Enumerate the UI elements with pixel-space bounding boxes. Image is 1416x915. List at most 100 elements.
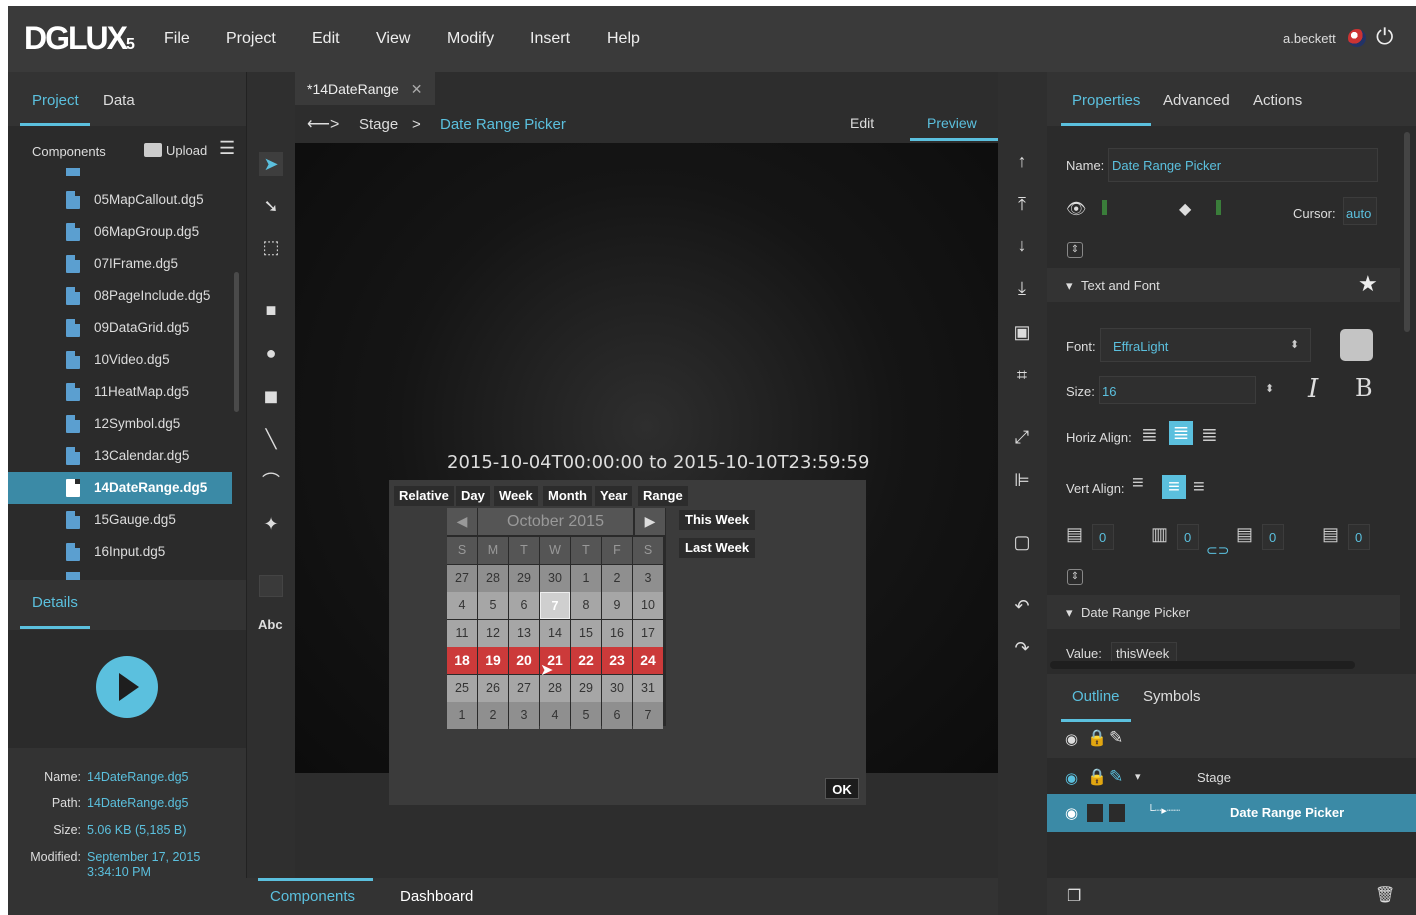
upload-button[interactable]: Upload bbox=[166, 143, 207, 158]
tab-data[interactable]: Data bbox=[103, 92, 135, 109]
calendar-day-selected[interactable]: 24 bbox=[633, 647, 663, 674]
menu-edit[interactable]: Edit bbox=[312, 30, 340, 48]
calendar-day[interactable]: 31 bbox=[633, 674, 663, 702]
calendar-day-selected[interactable]: 20 bbox=[509, 647, 539, 674]
tab-properties[interactable]: Properties bbox=[1072, 92, 1140, 109]
tab-components[interactable]: Components bbox=[270, 888, 355, 905]
edit-icon[interactable]: ✎ bbox=[1109, 728, 1123, 748]
crop-icon[interactable]: ⌗ bbox=[1010, 363, 1034, 387]
star-icon[interactable]: ★ bbox=[1358, 271, 1378, 297]
calendar-day[interactable]: 6 bbox=[509, 592, 539, 619]
list-item[interactable]: 16Input.dg5 bbox=[8, 536, 246, 568]
breadcrumb-stage[interactable]: Stage bbox=[359, 116, 398, 133]
select-tool-icon[interactable]: ➤ bbox=[259, 152, 283, 176]
padding-left-field[interactable]: 0 bbox=[1092, 524, 1114, 550]
padding-right-field[interactable]: 0 bbox=[1177, 524, 1199, 550]
menu-insert[interactable]: Insert bbox=[530, 30, 570, 48]
calendar-day[interactable]: 8 bbox=[571, 592, 601, 619]
calendar-day[interactable]: 25 bbox=[447, 674, 477, 702]
tab-details[interactable]: Details bbox=[32, 594, 78, 611]
mode-edit-button[interactable]: Edit bbox=[850, 115, 874, 131]
calendar-day[interactable]: 3 bbox=[633, 564, 663, 592]
redo-icon[interactable]: ↷ bbox=[1010, 636, 1034, 660]
tab-project[interactable]: Project bbox=[32, 92, 79, 109]
valign-bottom-icon[interactable]: ≡ bbox=[1193, 476, 1205, 499]
size-stepper-icon[interactable]: ⬍ bbox=[1265, 382, 1274, 395]
direct-select-tool-icon[interactable]: ➘ bbox=[259, 194, 283, 218]
tab-actions[interactable]: Actions bbox=[1253, 92, 1302, 109]
rectangle-tool-icon[interactable]: ■ bbox=[259, 298, 283, 322]
font-color-swatch[interactable] bbox=[1340, 329, 1373, 361]
expand-toggle-icon[interactable]: ⇕ bbox=[1067, 242, 1083, 258]
curve-tool-icon[interactable]: ⌒ bbox=[259, 470, 283, 494]
calendar-day[interactable]: 27 bbox=[447, 564, 477, 592]
calendar-day[interactable]: 4 bbox=[447, 592, 477, 619]
calendar-day-selected[interactable]: 18 bbox=[447, 647, 477, 674]
eye-icon[interactable]: ◉ bbox=[1065, 804, 1078, 822]
calendar-day[interactable]: 2 bbox=[602, 564, 632, 592]
list-item[interactable]: 05MapCallout.dg5 bbox=[8, 184, 246, 216]
calendar-day[interactable]: 5 bbox=[478, 592, 508, 619]
menu-project[interactable]: Project bbox=[226, 30, 276, 48]
outline-row-selected[interactable]: ◉ └┈▸┈┈ Date Range Picker bbox=[1047, 794, 1416, 832]
range-button[interactable]: Range bbox=[638, 486, 688, 506]
fit-icon[interactable]: ▣ bbox=[1010, 320, 1034, 344]
calendar-day[interactable]: 12 bbox=[478, 619, 508, 647]
list-item-selected[interactable]: 14DateRange.dg5 bbox=[8, 472, 232, 504]
valign-middle-icon[interactable]: ≡ bbox=[1162, 475, 1186, 499]
calendar-day[interactable]: 10 bbox=[633, 592, 663, 619]
document-tab[interactable]: *14DateRange ✕ bbox=[295, 72, 435, 105]
group-icon[interactable]: ▢ bbox=[1010, 530, 1034, 554]
align-left-icon[interactable]: ⊫ bbox=[1010, 468, 1034, 492]
align-left-text-icon[interactable]: ≣ bbox=[1141, 422, 1158, 447]
font-select[interactable]: EffraLight ⬍ bbox=[1100, 328, 1311, 362]
menu-file[interactable]: File bbox=[164, 30, 190, 48]
enabled-toggle[interactable] bbox=[1216, 200, 1221, 215]
calendar-day[interactable]: 14 bbox=[540, 619, 570, 647]
calendar-day[interactable]: 11 bbox=[447, 619, 477, 647]
calendar-day[interactable]: 26 bbox=[478, 674, 508, 702]
calendar-day[interactable]: 7 bbox=[540, 592, 570, 619]
calendar-day[interactable]: 5 bbox=[571, 702, 601, 729]
list-item[interactable]: 11HeatMap.dg5 bbox=[8, 376, 246, 408]
calendar-day[interactable]: 2 bbox=[478, 702, 508, 729]
calendar-day[interactable]: 30 bbox=[540, 564, 570, 592]
mode-preview-button[interactable]: Preview bbox=[927, 115, 977, 131]
list-item[interactable]: 13Calendar.dg5 bbox=[8, 440, 246, 472]
list-item[interactable]: 08PageInclude.dg5 bbox=[8, 280, 246, 312]
prev-month-icon[interactable]: ◀ bbox=[447, 508, 477, 535]
menu-help[interactable]: Help bbox=[607, 30, 640, 48]
calendar-day-selected[interactable]: 22 bbox=[571, 647, 601, 674]
list-item[interactable]: 10Video.dg5 bbox=[8, 344, 246, 376]
calendar-day[interactable]: 1 bbox=[447, 702, 477, 729]
eye-icon[interactable]: ◉ bbox=[1065, 769, 1078, 787]
tab-symbols[interactable]: Symbols bbox=[1143, 688, 1201, 705]
eye-icon[interactable]: ◉ bbox=[1065, 730, 1078, 748]
file-list-scrollbar[interactable] bbox=[234, 272, 239, 412]
trash-icon[interactable]: 🗑 bbox=[1375, 885, 1395, 905]
italic-icon[interactable]: I bbox=[1308, 374, 1318, 404]
polygon-tool-icon[interactable]: ◼ bbox=[259, 384, 283, 408]
relative-button[interactable]: Relative bbox=[394, 486, 454, 506]
lock-icon[interactable]: 🔒 bbox=[1087, 767, 1107, 787]
flag-icon[interactable] bbox=[1348, 29, 1366, 47]
edit-icon[interactable]: ✎ bbox=[1109, 767, 1123, 787]
day-button[interactable]: Day bbox=[456, 486, 490, 506]
year-button[interactable]: Year bbox=[595, 486, 633, 506]
calendar-day[interactable]: 9 bbox=[602, 592, 632, 619]
calendar-day[interactable]: 16 bbox=[602, 619, 632, 647]
month-button[interactable]: Month bbox=[543, 486, 592, 506]
calendar-day[interactable]: 28 bbox=[478, 564, 508, 592]
send-backward-icon[interactable]: ↓ bbox=[1010, 233, 1034, 257]
calendar-day[interactable]: 29 bbox=[509, 564, 539, 592]
upload-icon[interactable] bbox=[144, 143, 162, 157]
bring-to-front-icon[interactable]: ⤒ bbox=[1010, 192, 1034, 216]
send-to-back-icon[interactable]: ⤓ bbox=[1010, 276, 1034, 300]
lock-icon[interactable]: 🔒 bbox=[1087, 728, 1107, 748]
this-week-button[interactable]: This Week bbox=[679, 510, 756, 530]
text-font-section-header[interactable]: ▾ Text and Font ★ bbox=[1047, 268, 1400, 302]
valign-top-icon[interactable]: ≡ bbox=[1132, 472, 1144, 495]
calendar-day-selected[interactable]: 19 bbox=[478, 647, 508, 674]
calendar-day[interactable]: 3 bbox=[509, 702, 539, 729]
list-view-icon[interactable]: ☰ bbox=[219, 138, 235, 159]
